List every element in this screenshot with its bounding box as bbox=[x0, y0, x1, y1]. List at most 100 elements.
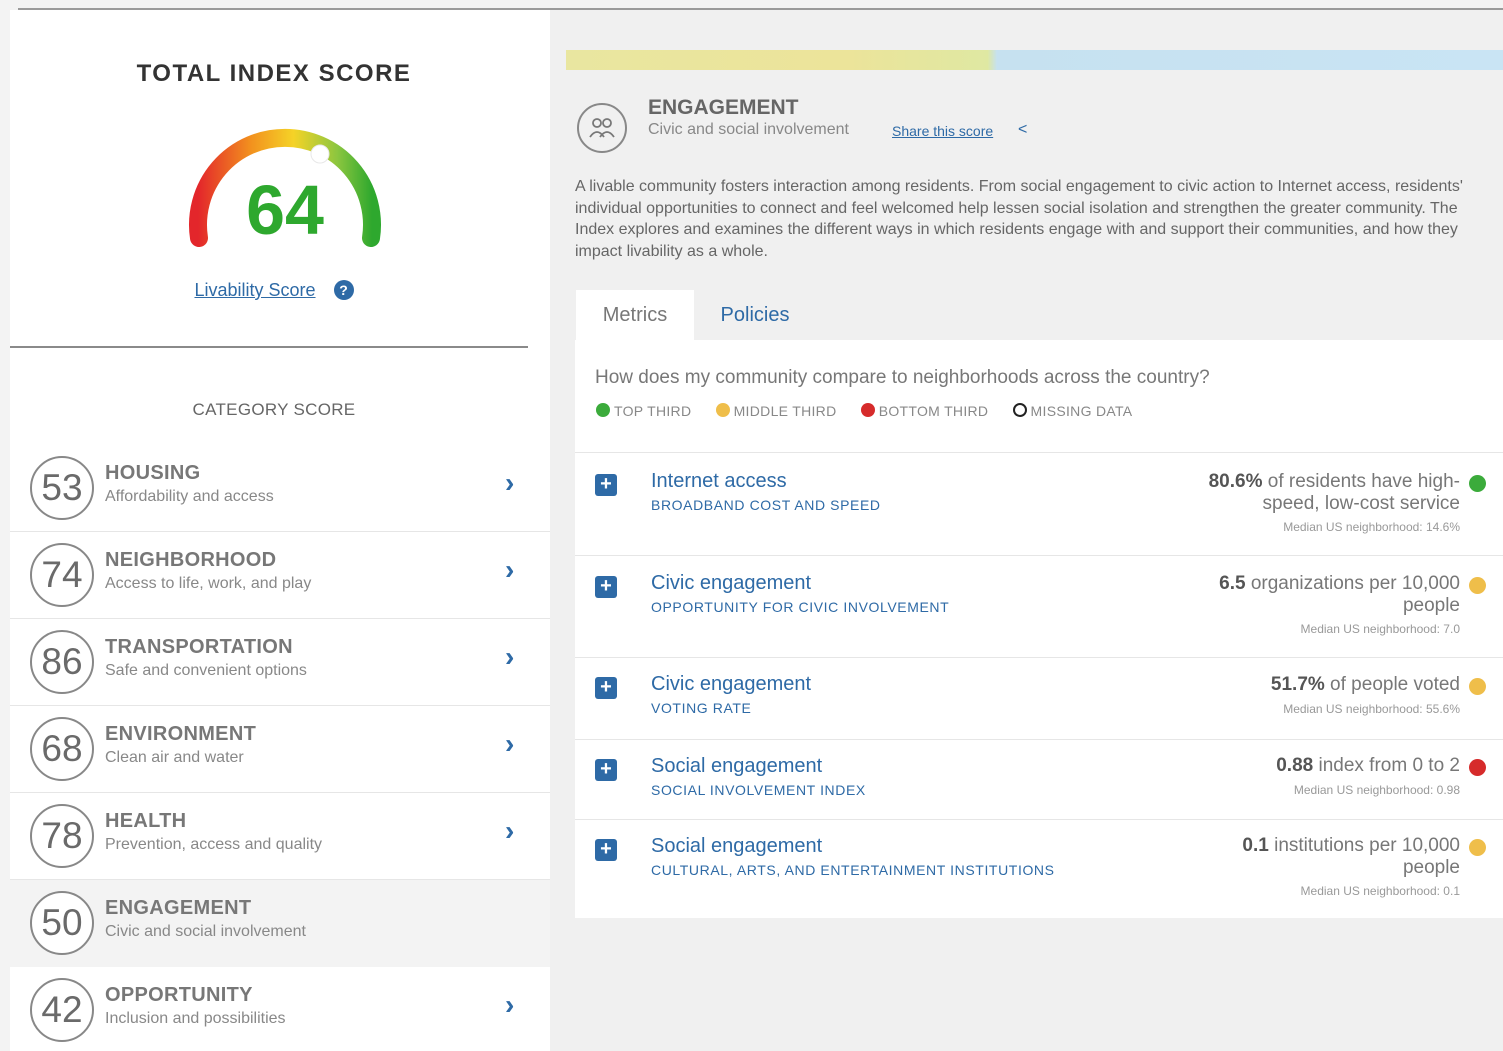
category-subtitle: Inclusion and possibilities bbox=[105, 1010, 286, 1027]
metric-stat-value: 0.88 bbox=[1276, 755, 1314, 776]
category-score-circle: 68 bbox=[30, 717, 94, 781]
metric-stat-value: 0.1 bbox=[1242, 835, 1269, 856]
category-subtitle: Civic and social involvement bbox=[105, 923, 306, 940]
category-name: OPPORTUNITY bbox=[105, 984, 253, 1006]
metric-stat-text: people bbox=[1402, 857, 1460, 878]
category-name: TRANSPORTATION bbox=[105, 636, 293, 658]
score-gauge: 64 bbox=[180, 120, 390, 260]
legend-dot bbox=[1012, 403, 1027, 417]
metric-stat-text: institutions per 10,000 bbox=[1268, 835, 1460, 856]
metric-row[interactable]: + Social engagement CULTURAL, ARTS, AND … bbox=[575, 819, 1503, 917]
metric-title[interactable]: Civic engagement bbox=[651, 572, 811, 595]
status-dot bbox=[1469, 475, 1486, 492]
tab-metrics[interactable]: Metrics bbox=[576, 290, 694, 340]
total-score-value: 64 bbox=[246, 171, 324, 249]
legend-label: MISSING DATA bbox=[1030, 403, 1133, 419]
category-subtitle: Prevention, access and quality bbox=[105, 836, 323, 853]
legend-item-bottom-third: BOTTOM THIRD bbox=[860, 403, 989, 419]
metric-median: Median US neighborhood: 0.1 bbox=[1300, 884, 1460, 898]
plus-icon[interactable]: + bbox=[595, 839, 617, 861]
detail-title: ENGAGEMENT bbox=[648, 96, 799, 119]
legend-item-missing-data: MISSING DATA bbox=[1012, 403, 1133, 419]
metric-subtitle: CULTURAL, ARTS, AND ENTERTAINMENT INSTIT… bbox=[651, 862, 1055, 878]
gauge-marker bbox=[310, 144, 330, 164]
chevron-right-icon[interactable]: › bbox=[505, 989, 514, 1021]
category-name: NEIGHBORHOOD bbox=[105, 549, 277, 571]
metric-row[interactable]: + Internet access BROADBAND COST AND SPE… bbox=[575, 452, 1503, 555]
metric-stat: 0.1 institutions per 10,000 people bbox=[1242, 835, 1460, 879]
chevron-right-icon[interactable]: › bbox=[505, 728, 514, 760]
status-dot bbox=[1469, 759, 1486, 776]
metric-title[interactable]: Civic engagement bbox=[651, 673, 811, 696]
legend-dot bbox=[860, 403, 875, 417]
chevron-right-icon[interactable]: › bbox=[505, 815, 514, 847]
compare-question: How does my community compare to neighbo… bbox=[595, 367, 1210, 388]
category-name: HEALTH bbox=[105, 810, 187, 832]
category-score-circle: 74 bbox=[30, 543, 94, 607]
metric-title[interactable]: Internet access bbox=[651, 470, 787, 493]
status-dot bbox=[1469, 678, 1486, 695]
chevron-right-icon[interactable]: › bbox=[505, 554, 514, 586]
metric-stat: 0.88 index from 0 to 2 bbox=[1276, 755, 1460, 777]
category-item-environment[interactable]: 68 ENVIRONMENT Clean air and water › bbox=[10, 706, 550, 793]
metric-stat-value: 80.6% bbox=[1208, 471, 1263, 492]
tab-policies[interactable]: Policies bbox=[700, 290, 810, 340]
category-score-circle: 50 bbox=[30, 891, 94, 955]
metric-median: Median US neighborhood: 55.6% bbox=[1283, 702, 1460, 716]
metric-stat-text: index from 0 to 2 bbox=[1313, 755, 1460, 776]
category-item-opportunity[interactable]: 42 OPPORTUNITY Inclusion and possibiliti… bbox=[10, 967, 550, 1051]
metric-stat-value: 51.7% bbox=[1270, 674, 1325, 695]
plus-icon[interactable]: + bbox=[595, 576, 617, 598]
category-score-circle: 78 bbox=[30, 804, 94, 868]
plus-icon[interactable]: + bbox=[595, 677, 617, 699]
category-list: 53 HOUSING Affordability and access › 74… bbox=[10, 445, 550, 1051]
metric-stat-text: speed, low-cost service bbox=[1262, 493, 1460, 514]
category-score-circle: 86 bbox=[30, 630, 94, 694]
metric-row[interactable]: + Social engagement SOCIAL INVOLVEMENT I… bbox=[575, 739, 1503, 819]
category-item-housing[interactable]: 53 HOUSING Affordability and access › bbox=[10, 445, 550, 532]
livability-score-link[interactable]: Livability Score bbox=[194, 280, 315, 300]
plus-icon[interactable]: + bbox=[595, 474, 617, 496]
legend-label: TOP THIRD bbox=[614, 403, 692, 419]
livability-row: Livability Score? bbox=[0, 280, 548, 301]
status-dot bbox=[1469, 577, 1486, 594]
detail-description: A livable community fosters interaction … bbox=[575, 178, 1463, 260]
legend: TOP THIRD MIDDLE THIRD BOTTOM THIRD MISS… bbox=[596, 403, 1152, 419]
people-group-icon bbox=[577, 103, 627, 153]
metric-subtitle: BROADBAND COST AND SPEED bbox=[651, 497, 881, 513]
legend-item-top-third: TOP THIRD bbox=[596, 403, 691, 419]
metric-median: Median US neighborhood: 7.0 bbox=[1300, 622, 1460, 636]
category-score-title: CATEGORY SCORE bbox=[192, 400, 356, 419]
total-index-title: TOTAL INDEX SCORE bbox=[136, 60, 412, 87]
metric-row[interactable]: + Civic engagement VOTING RATE 51.7% of … bbox=[575, 657, 1503, 739]
category-item-neighborhood[interactable]: 74 NEIGHBORHOOD Access to life, work, an… bbox=[10, 532, 550, 619]
metric-stat-text: people bbox=[1402, 595, 1460, 616]
category-subtitle: Affordability and access bbox=[105, 488, 274, 505]
chevron-right-icon[interactable]: › bbox=[505, 467, 514, 499]
map-strip bbox=[566, 50, 1503, 70]
metric-title[interactable]: Social engagement bbox=[651, 835, 822, 858]
legend-dot bbox=[715, 403, 730, 417]
category-item-engagement[interactable]: 50 ENGAGEMENT Civic and social involveme… bbox=[10, 880, 550, 967]
metric-row[interactable]: + Civic engagement OPPORTUNITY FOR CIVIC… bbox=[575, 555, 1503, 657]
category-subtitle: Clean air and water bbox=[105, 749, 244, 766]
metric-subtitle: OPPORTUNITY FOR CIVIC INVOLVEMENT bbox=[651, 599, 950, 615]
category-score-circle: 53 bbox=[30, 456, 94, 520]
detail-subtitle: Civic and social involvement bbox=[648, 121, 849, 138]
metric-title[interactable]: Social engagement bbox=[651, 755, 822, 778]
share-score-link[interactable]: Share this score bbox=[892, 123, 993, 139]
category-score-circle: 42 bbox=[30, 978, 94, 1042]
metric-stat: 51.7% of people voted bbox=[1271, 674, 1460, 696]
category-item-health[interactable]: 78 HEALTH Prevention, access and quality… bbox=[10, 793, 550, 880]
chevron-right-icon[interactable]: › bbox=[505, 641, 514, 673]
question-circle-icon[interactable]: ? bbox=[333, 280, 354, 300]
category-item-transportation[interactable]: 86 TRANSPORTATION Safe and convenient op… bbox=[10, 619, 550, 706]
metric-stat-value: 6.5 bbox=[1219, 573, 1246, 594]
plus-icon[interactable]: + bbox=[595, 759, 617, 781]
category-name: ENVIRONMENT bbox=[105, 723, 257, 745]
metric-stat-text: organizations per 10,000 bbox=[1245, 573, 1460, 594]
share-icon[interactable]: < bbox=[1018, 121, 1027, 139]
category-name: ENGAGEMENT bbox=[105, 897, 252, 919]
category-subtitle: Access to life, work, and play bbox=[105, 575, 312, 592]
category-subtitle: Safe and convenient options bbox=[105, 662, 307, 679]
